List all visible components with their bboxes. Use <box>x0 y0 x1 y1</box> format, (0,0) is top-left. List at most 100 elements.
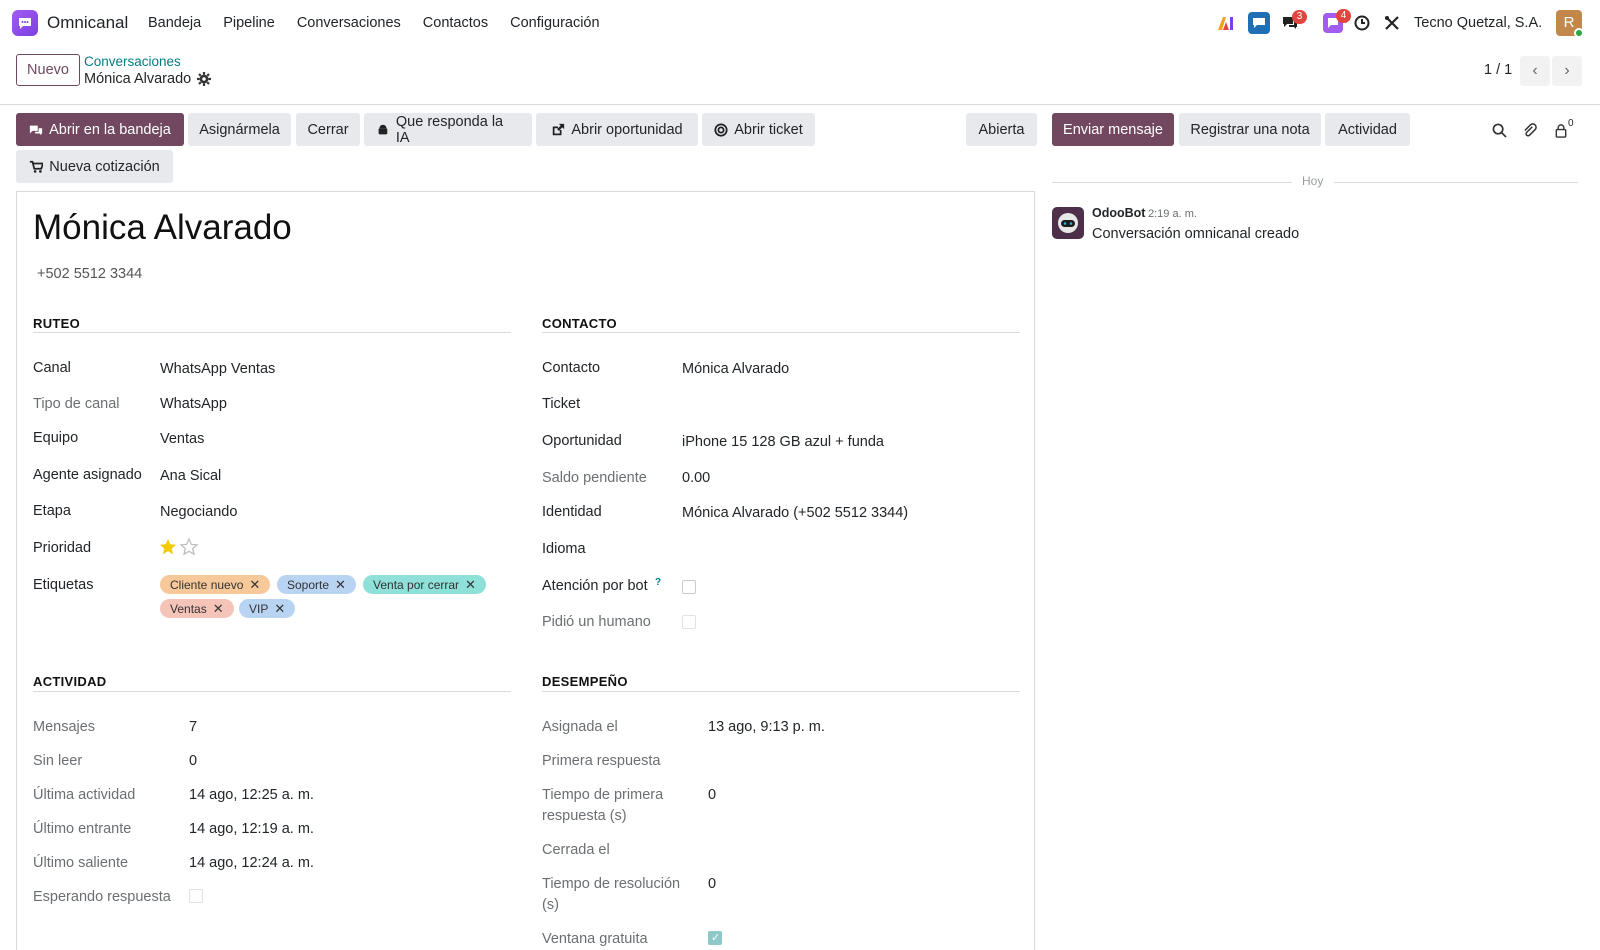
close-button[interactable]: Cerrar <box>296 113 360 146</box>
tag-label: VIP <box>249 602 269 616</box>
breadcrumb-parent[interactable]: Conversaciones <box>84 54 181 69</box>
tag-remove-icon[interactable]: ✕ <box>335 577 346 592</box>
priority-stars[interactable] <box>159 538 199 556</box>
app-logo-icon[interactable] <box>12 10 38 36</box>
comments-icon <box>30 125 43 135</box>
bot-attention-checkbox[interactable] <box>682 580 696 594</box>
message-author[interactable]: OdooBot <box>1092 206 1145 220</box>
identity-label: Identidad <box>542 504 602 520</box>
tools-icon[interactable] <box>1383 14 1401 32</box>
paperclip-icon[interactable] <box>1520 121 1538 139</box>
contact-value[interactable]: Mónica Alvarado <box>682 361 789 377</box>
ticket-label: Ticket <box>542 396 581 412</box>
tag-remove-icon[interactable]: ✕ <box>249 577 260 592</box>
status-open-button[interactable]: Abierta <box>966 113 1037 146</box>
messages-value: 7 <box>189 719 198 735</box>
agent-label: Agente asignado <box>33 467 142 483</box>
help-tooltip-icon[interactable]: ? <box>655 577 661 588</box>
tag-remove-icon[interactable]: ✕ <box>213 601 224 616</box>
agent-value[interactable]: Ana Sical <box>160 468 221 484</box>
bot-attention-label: Atención por bot <box>542 578 648 594</box>
tags-label: Etiquetas <box>33 577 94 593</box>
open-inbox-button[interactable]: Abrir en la bandeja <box>16 113 184 146</box>
odoobot-avatar <box>1052 207 1084 239</box>
messages-icon[interactable]: 3 <box>1281 10 1307 32</box>
last-outbound-label: Último saliente <box>33 855 129 871</box>
assign-me-label: Asignármela <box>199 121 280 138</box>
pager-next-icon[interactable]: › <box>1552 56 1582 86</box>
clock-icon[interactable] <box>1353 14 1371 32</box>
routing-heading: RUTEO <box>33 316 80 331</box>
identity-value[interactable]: Mónica Alvarado (+502 5512 3344) <box>682 505 908 521</box>
gear-icon[interactable] <box>197 72 211 86</box>
activity-divider <box>33 691 511 692</box>
frt-label-line1: Tiempo de primera <box>542 787 664 803</box>
ai-reply-label: Que responda la IA <box>395 113 504 146</box>
activity-heading: ACTIVIDAD <box>33 674 107 689</box>
balance-value: 0.00 <box>682 470 711 486</box>
tag-chip[interactable]: Venta por cerrar ✕ <box>363 575 486 594</box>
open-ticket-button[interactable]: Abrir ticket <box>702 113 815 146</box>
star-empty-icon <box>179 538 199 556</box>
opportunity-value[interactable]: iPhone 15 128 GB azul + funda <box>682 434 884 450</box>
human-requested-checkbox <box>682 615 696 629</box>
waiting-reply-label: Esperando respuesta <box>33 889 171 905</box>
menu-item-configuracion[interactable]: Configuración <box>510 15 599 31</box>
channel-type-value: WhatsApp <box>160 396 227 412</box>
tag-remove-icon[interactable]: ✕ <box>465 577 476 592</box>
tag-chip[interactable]: Cliente nuevo ✕ <box>160 575 271 594</box>
menu-item-contactos[interactable]: Contactos <box>423 15 488 31</box>
team-value[interactable]: Ventas <box>160 431 204 447</box>
today-divider-right <box>1334 182 1578 183</box>
new-quote-button[interactable]: Nueva cotización <box>16 150 173 183</box>
today-divider-left <box>1052 182 1292 183</box>
ai-icon[interactable] <box>1217 14 1235 32</box>
resolution-label-line1: Tiempo de resolución <box>542 876 681 892</box>
stage-value[interactable]: Negociando <box>160 504 237 520</box>
pager-value[interactable]: 1 / 1 <box>1484 62 1512 78</box>
tag-label: Ventas <box>170 602 207 616</box>
android-icon <box>378 124 388 134</box>
closed-at-label: Cerrada el <box>542 842 610 858</box>
livechat-icon[interactable] <box>1248 12 1270 34</box>
online-status-icon <box>1574 28 1584 38</box>
last-activity-label: Última actividad <box>33 787 136 803</box>
channel-value[interactable]: WhatsApp Ventas <box>160 361 275 377</box>
discuss-icon[interactable]: 4 <box>1323 9 1351 33</box>
ai-reply-button[interactable]: Que responda la IA <box>364 113 532 146</box>
search-icon[interactable] <box>1490 121 1508 139</box>
followers-count: 0 <box>1568 118 1574 129</box>
language-label: Idioma <box>542 541 586 557</box>
company-name[interactable]: Tecno Quetzal, S.A. <box>1414 15 1542 31</box>
open-opportunity-button[interactable]: Abrir oportunidad <box>536 113 698 146</box>
messages-badge: 3 <box>1292 10 1307 24</box>
external-link-icon <box>553 123 565 135</box>
send-message-button[interactable]: Enviar mensaje <box>1052 113 1174 146</box>
life-ring-icon <box>714 122 728 137</box>
tag-chip[interactable]: Ventas ✕ <box>160 599 234 618</box>
unread-value: 0 <box>189 753 198 769</box>
tag-label: Soporte <box>287 578 330 592</box>
activity-button[interactable]: Actividad <box>1325 113 1410 146</box>
today-label: Hoy <box>1302 174 1324 188</box>
frt-label-line2: respuesta (s) <box>542 808 627 824</box>
activity-badge: 4 <box>1336 9 1351 23</box>
tag-remove-icon[interactable]: ✕ <box>274 601 285 616</box>
menu-item-conversaciones[interactable]: Conversaciones <box>297 15 401 31</box>
last-outbound-value: 14 ago, 12:24 a. m. <box>189 855 314 871</box>
record-phone[interactable]: +502 5512 3344 <box>37 266 142 282</box>
open-ticket-label: Abrir ticket <box>734 121 803 138</box>
last-activity-value: 14 ago, 12:25 a. m. <box>189 787 314 803</box>
app-name[interactable]: Omnicanal <box>47 13 128 33</box>
resolution-value: 0 <box>708 876 717 892</box>
log-note-button[interactable]: Registrar una nota <box>1179 113 1321 146</box>
tag-chip[interactable]: VIP ✕ <box>239 599 296 618</box>
tag-chip[interactable]: Soporte ✕ <box>277 575 356 594</box>
menu-item-bandeja[interactable]: Bandeja <box>148 15 201 31</box>
new-button[interactable]: Nuevo <box>16 54 80 86</box>
control-divider <box>0 104 1600 105</box>
assign-me-button[interactable]: Asignármela <box>188 113 291 146</box>
record-title[interactable]: Mónica Alvarado <box>33 208 292 248</box>
menu-item-pipeline[interactable]: Pipeline <box>223 15 275 31</box>
pager-prev-icon[interactable]: ‹ <box>1520 56 1550 86</box>
